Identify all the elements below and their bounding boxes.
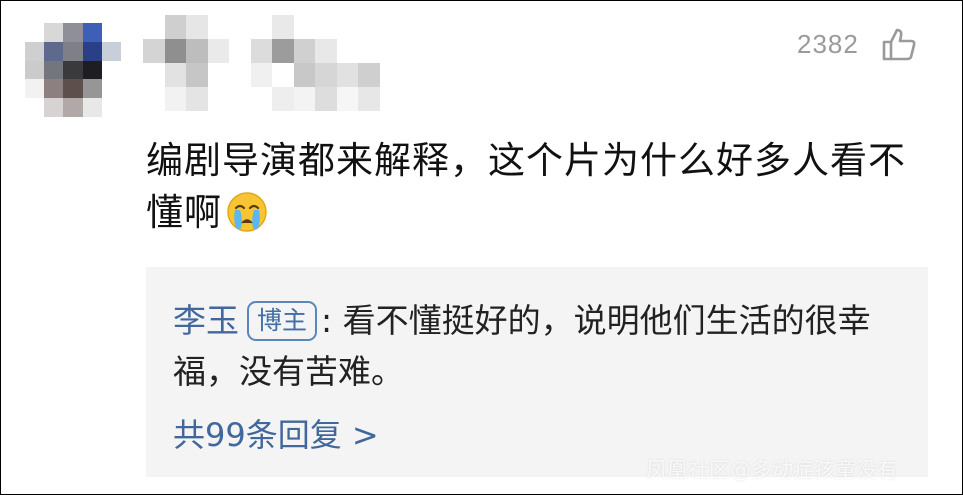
reply-separator: : [321, 301, 333, 340]
thumbs-up-icon[interactable] [881, 27, 917, 63]
watermark: 凤凰社区@多动症孩童没有 [646, 458, 898, 482]
view-all-replies-link[interactable]: 共99条回复 > [173, 415, 379, 455]
avatar[interactable] [25, 23, 121, 117]
comment-card: 2382 编剧导演都来解释，这个片为什么好多人看不懂啊 李玉 博主: 看不懂挺好的… [0, 0, 963, 495]
reply-content: 李玉 博主: 看不懂挺好的，说明他们生活的很幸福，没有苦难。 [173, 295, 913, 397]
username-blurred[interactable] [143, 15, 401, 111]
reply-panel[interactable]: 李玉 博主: 看不懂挺好的，说明他们生活的很幸福，没有苦难。 共99条回复 > [146, 267, 928, 477]
author-badge: 博主 [247, 301, 318, 341]
like-count: 2382 [797, 29, 859, 59]
crying-face-emoji [227, 192, 267, 232]
comment-body: 编剧导演都来解释，这个片为什么好多人看不懂啊 [146, 135, 926, 239]
reply-author[interactable]: 李玉 [173, 301, 239, 340]
